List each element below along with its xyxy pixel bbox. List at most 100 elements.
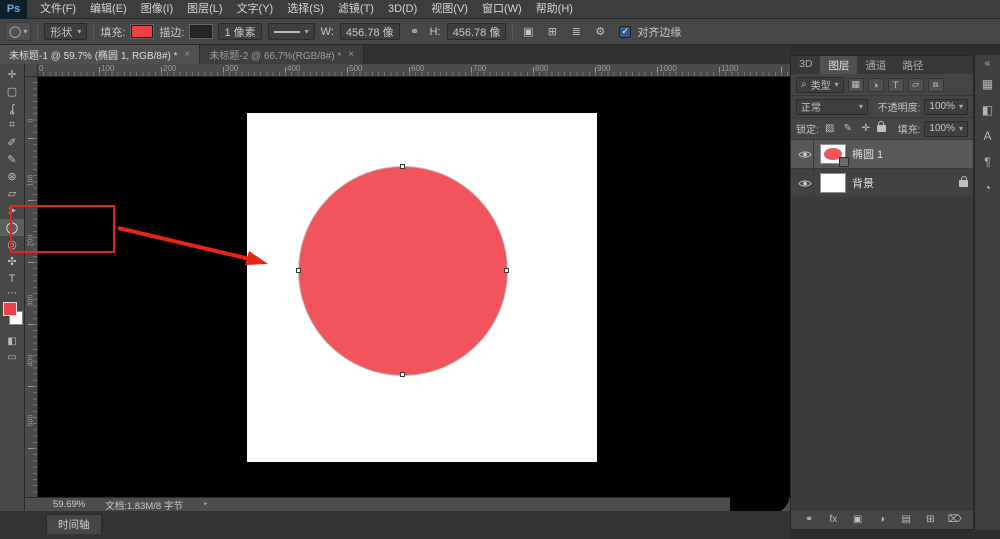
screen-mode-icon[interactable]: ▭ [0, 352, 24, 363]
gear-icon[interactable]: ⚙ [591, 25, 609, 38]
delete-layer-icon[interactable]: ⌦ [948, 514, 962, 525]
tool-mode-dropdown[interactable]: 形状 ▾ [44, 23, 87, 40]
histogram-panel-icon[interactable]: ◔ [975, 175, 1000, 201]
lock-transparency-icon[interactable]: ▨ [823, 123, 837, 134]
chevron-down-icon: ▾ [305, 27, 309, 36]
link-layers-icon[interactable]: ⚭ [802, 514, 816, 525]
fill-color-swatch[interactable] [131, 25, 153, 38]
width-field[interactable]: 456.78 像 [340, 23, 400, 40]
menu-select[interactable]: 选择(S) [280, 0, 331, 19]
tool-preset-dropdown[interactable]: ◯ ▾ [5, 22, 31, 41]
quick-mask-icon[interactable]: ◧ [0, 336, 24, 347]
menu-window[interactable]: 窗口(W) [475, 0, 529, 19]
eraser-tool[interactable]: ▱ [0, 185, 24, 202]
layer-thumbnail-ellipse[interactable] [820, 144, 846, 164]
marquee-tool[interactable]: ▢ [0, 83, 24, 100]
anchor-point-right[interactable] [504, 268, 509, 273]
tab-3d[interactable]: 3D [791, 56, 820, 74]
visibility-toggle[interactable] [796, 140, 814, 168]
ruler-label: 300 [28, 289, 35, 313]
type-tool[interactable]: T [0, 270, 24, 287]
hand-tool[interactable]: ✣ [0, 253, 24, 270]
clone-stamp-tool[interactable]: ⊛ [0, 168, 24, 185]
document-tab-1[interactable]: 未标题-1 @ 59.7% (椭圆 1, RGB/8#) * × [0, 45, 200, 64]
align-edges-checkbox[interactable]: ✓ [619, 26, 631, 38]
close-icon[interactable]: × [185, 49, 191, 60]
filter-kind-dropdown[interactable]: ⌕ 类型 ▾ [796, 77, 844, 93]
opacity-dropdown[interactable]: 100% ▾ [924, 99, 968, 115]
anchor-point-bottom[interactable] [400, 372, 405, 377]
visibility-toggle[interactable] [796, 169, 814, 197]
menu-image[interactable]: 图像(I) [134, 0, 180, 19]
tab-timeline[interactable]: 时间轴 [46, 514, 102, 534]
ellipse-shape[interactable] [299, 167, 507, 375]
layer-name[interactable]: 椭圆 1 [852, 146, 883, 162]
crop-tool[interactable]: ⌗ [0, 117, 24, 134]
close-icon[interactable]: × [348, 49, 354, 60]
document-tab-2[interactable]: 未标题-2 @ 66.7%(RGB/8#) * × [200, 45, 364, 64]
zoom-level[interactable]: 59.69% [53, 499, 85, 510]
collapse-panels-icon[interactable]: « [985, 55, 991, 71]
document-canvas[interactable] [247, 113, 597, 462]
filter-pixel-layers-icon[interactable]: ▦ [848, 78, 864, 92]
lock-position-icon[interactable]: ✛ [859, 123, 873, 134]
foreground-color-swatch[interactable] [3, 302, 17, 316]
menu-file[interactable]: 文件(F) [33, 0, 83, 19]
layer-row-background[interactable]: 背景 [791, 169, 973, 198]
stroke-color-swatch[interactable] [190, 25, 212, 38]
styles-panel-icon[interactable]: ◧ [975, 97, 1000, 123]
adjustment-layer-icon[interactable]: ◑ [875, 514, 889, 525]
move-tool[interactable]: ✛ [0, 66, 24, 83]
divider [512, 23, 513, 41]
menu-help[interactable]: 帮助(H) [529, 0, 580, 19]
stroke-width-field[interactable]: 1 像素 [218, 23, 261, 40]
eyedropper-tool[interactable]: ✐ [0, 134, 24, 151]
tab-paths[interactable]: 路径 [894, 56, 931, 74]
path-operations-icon[interactable]: ▣ [519, 25, 537, 38]
character-panel-icon[interactable]: A [975, 123, 1000, 149]
path-alignment-icon[interactable]: ⊞ [543, 25, 561, 38]
filter-adjustment-layers-icon[interactable]: ◑ [868, 78, 884, 92]
canvas-area[interactable] [38, 77, 790, 497]
tab-layers[interactable]: 图层 [820, 56, 857, 74]
link-dimensions-icon[interactable]: ⚭ [406, 25, 424, 38]
layer-name[interactable]: 背景 [852, 175, 874, 191]
filter-type-layers-icon[interactable]: T [888, 78, 904, 92]
app-logo[interactable]: Ps [0, 0, 27, 19]
menu-edit[interactable]: 编辑(E) [83, 0, 134, 19]
swatches-panel-icon[interactable]: ▦ [975, 71, 1000, 97]
path-arrange-icon[interactable]: ≣ [567, 25, 585, 38]
menu-view[interactable]: 视图(V) [424, 0, 475, 19]
align-edges-label: 对齐边缘 [637, 24, 681, 40]
chevron-right-icon[interactable]: ‣ [203, 499, 208, 510]
anchor-point-top[interactable] [400, 164, 405, 169]
ruler-label: 1100 [721, 64, 738, 73]
menu-3d[interactable]: 3D(D) [381, 0, 424, 19]
paragraph-panel-icon[interactable]: ¶ [975, 149, 1000, 175]
brush-tool[interactable]: ✎ [0, 151, 24, 168]
stroke-type-dropdown[interactable]: ▾ [268, 23, 315, 40]
vertical-ruler[interactable]: 0 100 200 300 400 500 [25, 77, 38, 497]
tab-channels[interactable]: 通道 [857, 56, 894, 74]
lasso-tool[interactable]: ʆ [0, 100, 24, 117]
layer-thumbnail-background[interactable] [820, 173, 846, 193]
layer-row-ellipse[interactable]: 椭圆 1 [791, 140, 973, 169]
horizontal-ruler[interactable]: 0 100 200 300 400 500 600 700 800 900 10… [25, 64, 790, 77]
menu-layer[interactable]: 图层(L) [180, 0, 229, 19]
lock-all-icon[interactable] [877, 125, 886, 132]
new-group-icon[interactable]: ▤ [899, 514, 913, 525]
menu-filter[interactable]: 滤镜(T) [331, 0, 381, 19]
menu-type[interactable]: 文字(Y) [230, 0, 281, 19]
blend-mode-dropdown[interactable]: 正常 ▾ [796, 99, 868, 115]
filter-smart-objects-icon[interactable]: ⧈ [928, 78, 944, 92]
layers-empty-area[interactable] [791, 198, 973, 509]
filter-shape-layers-icon[interactable]: ▱ [908, 78, 924, 92]
add-mask-icon[interactable]: ▣ [851, 514, 865, 525]
anchor-point-left[interactable] [296, 268, 301, 273]
more-tools-icon[interactable]: ⋯ [0, 288, 24, 299]
fill-opacity-dropdown[interactable]: 100% ▾ [924, 121, 968, 137]
height-field[interactable]: 456.78 像 [447, 23, 507, 40]
lock-image-icon[interactable]: ✎ [841, 123, 855, 134]
new-layer-icon[interactable]: ⊞ [923, 514, 937, 525]
layer-style-icon[interactable]: fx [826, 514, 840, 525]
